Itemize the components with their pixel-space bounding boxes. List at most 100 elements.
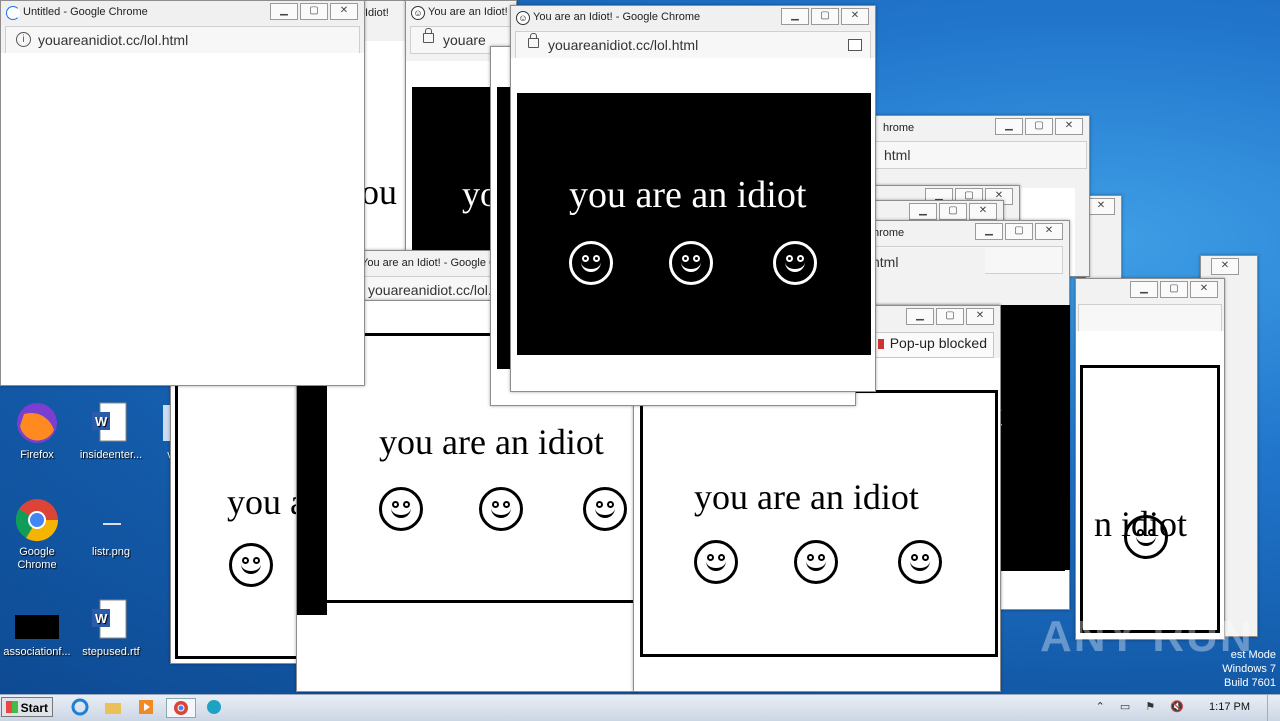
firefox-icon bbox=[14, 400, 60, 446]
minimize-icon[interactable]: ▁ bbox=[909, 203, 937, 220]
windows-watermark: est Mode Windows 7 Build 7601 bbox=[1210, 648, 1276, 690]
word-document-icon: W bbox=[88, 597, 134, 643]
window-title: hrome bbox=[883, 122, 915, 134]
windows-logo-icon bbox=[6, 701, 18, 713]
close-icon[interactable]: ✕ bbox=[330, 3, 358, 20]
start-label: Start bbox=[20, 701, 48, 715]
desktop-icon-label: Firefox bbox=[20, 449, 54, 461]
minimize-icon[interactable]: ▁ bbox=[995, 118, 1023, 135]
idiot-text: ou bbox=[361, 172, 397, 212]
smiley-icon bbox=[1124, 515, 1168, 559]
close-icon[interactable]: ✕ bbox=[1211, 258, 1239, 275]
close-icon[interactable]: ✕ bbox=[1035, 223, 1063, 240]
minimize-icon[interactable]: ▁ bbox=[906, 308, 934, 325]
clock[interactable]: 1:17 PM bbox=[1209, 701, 1250, 713]
address-bar[interactable]: youareanidiot.cc/lol.html bbox=[548, 37, 698, 53]
maximize-icon[interactable]: ▢ bbox=[936, 308, 964, 325]
popup-blocked-icon[interactable] bbox=[848, 39, 862, 51]
maximize-icon[interactable]: ▢ bbox=[811, 8, 839, 25]
desktop-icon-label: listr.png bbox=[92, 546, 130, 558]
smiley-icon bbox=[898, 540, 942, 584]
word-document-icon: W bbox=[88, 400, 134, 446]
maximize-icon[interactable]: ▢ bbox=[300, 3, 328, 20]
media-player-icon[interactable] bbox=[136, 698, 156, 716]
black-page-area: t bbox=[992, 305, 1070, 570]
browser-window-bg[interactable]: ✕ bbox=[1085, 195, 1122, 287]
desktop-icon-label: Google Chrome bbox=[17, 546, 57, 571]
lock-icon bbox=[528, 33, 539, 48]
window-title: Untitled - Google Chrome bbox=[23, 6, 148, 18]
close-icon[interactable]: ✕ bbox=[1087, 198, 1115, 215]
smiley-icon bbox=[569, 241, 613, 285]
image-file-icon bbox=[88, 497, 134, 543]
idiot-text: you are an idiot bbox=[569, 174, 807, 216]
window-title: You are an Idiot! - Google Chrome bbox=[533, 11, 701, 23]
start-button[interactable]: Start bbox=[1, 697, 53, 717]
internet-explorer-icon[interactable] bbox=[70, 698, 90, 716]
desktop-icon-label: associationf... bbox=[3, 646, 71, 658]
close-icon[interactable]: ✕ bbox=[1055, 118, 1083, 135]
smiley-icon bbox=[794, 540, 838, 584]
smiley-icon bbox=[229, 543, 273, 587]
info-icon[interactable]: i bbox=[16, 32, 31, 47]
desktop-icon-firefox[interactable]: Firefox bbox=[0, 400, 74, 462]
browser-window-front[interactable]: ☺ You are an Idiot! - Google Chrome ▁ ▢ ✕ … bbox=[510, 5, 876, 392]
chrome-taskbar-button[interactable] bbox=[166, 698, 196, 718]
window-title: Idiot! bbox=[365, 7, 389, 19]
smiley-icon bbox=[773, 241, 817, 285]
address-bar[interactable]: youare bbox=[443, 32, 486, 48]
close-icon[interactable]: ✕ bbox=[841, 8, 869, 25]
smiley-icon bbox=[379, 487, 423, 531]
smiley-icon bbox=[669, 241, 713, 285]
desktop-icon-listr[interactable]: listr.png bbox=[74, 497, 148, 559]
svg-text:W: W bbox=[95, 611, 108, 626]
close-icon[interactable]: ✕ bbox=[969, 203, 997, 220]
black-file-icon bbox=[14, 597, 60, 643]
close-icon[interactable]: ✕ bbox=[1190, 281, 1218, 298]
popup-blocked-indicator[interactable]: Pop-up blocked bbox=[872, 332, 994, 358]
browser-window-untitled[interactable]: Untitled - Google Chrome ▁ ▢ ✕ i youareani… bbox=[0, 0, 365, 386]
omnibox[interactable]: i youareanidiot.cc/lol.html bbox=[5, 26, 360, 54]
idiot-text: you are an idiot bbox=[379, 422, 604, 462]
smiley-favicon: ☺ bbox=[516, 11, 530, 25]
maximize-icon[interactable]: ▢ bbox=[1160, 281, 1188, 298]
show-desktop-button[interactable] bbox=[1267, 695, 1280, 721]
smiley-favicon: ☺ bbox=[411, 6, 425, 20]
desktop-icon-google-chrome[interactable]: Google Chrome bbox=[0, 497, 74, 572]
smiley-icon bbox=[583, 487, 627, 531]
popup-blocked-icon bbox=[877, 339, 884, 349]
smiley-icon bbox=[479, 487, 523, 531]
desktop-icon-label: stepused.rtf bbox=[82, 646, 140, 658]
minimize-icon[interactable]: ▁ bbox=[975, 223, 1003, 240]
minimize-icon[interactable]: ▁ bbox=[781, 8, 809, 25]
window-title: You are an Idiot! bbox=[428, 6, 508, 18]
desktop-icon-associationf[interactable]: associationf... bbox=[0, 597, 74, 659]
address-bar[interactable]: youareanidiot.cc/lol.html bbox=[38, 32, 188, 48]
browser-window-bg[interactable]: ▁ ▢ ✕ n idiot bbox=[1075, 278, 1225, 640]
window-title: hrome bbox=[873, 227, 905, 239]
maximize-icon[interactable]: ▢ bbox=[1025, 118, 1053, 135]
omnibox[interactable]: youareanidiot.cc/lol.html bbox=[515, 31, 871, 59]
system-tray-icons[interactable]: ⌃ ▭ ⚑ 🔇 bbox=[1096, 700, 1190, 713]
edge-icon[interactable] bbox=[204, 698, 224, 716]
desktop-icon-stepused[interactable]: W stepused.rtf bbox=[74, 597, 148, 659]
minimize-icon[interactable]: ▁ bbox=[270, 3, 298, 20]
maximize-icon[interactable]: ▢ bbox=[1005, 223, 1033, 240]
lock-icon bbox=[423, 28, 434, 43]
loading-spinner-icon bbox=[6, 6, 20, 20]
idiot-text: you are an idiot bbox=[694, 477, 919, 517]
taskbar: Start ⌃ ▭ ⚑ 🔇 1:17 PM bbox=[0, 694, 1280, 721]
maximize-icon[interactable]: ▢ bbox=[939, 203, 967, 220]
popup-blocked-label: Pop-up blocked bbox=[889, 335, 987, 351]
file-explorer-icon[interactable] bbox=[103, 698, 123, 716]
watermark-line: Windows 7 bbox=[1222, 663, 1276, 675]
close-icon[interactable]: ✕ bbox=[966, 308, 994, 325]
watermark-line: est Mode bbox=[1230, 649, 1276, 661]
watermark-line: Build 7601 bbox=[1224, 677, 1276, 689]
minimize-icon[interactable]: ▁ bbox=[1130, 281, 1158, 298]
browser-window-bg[interactable]: html bbox=[860, 248, 985, 308]
svg-text:W: W bbox=[95, 414, 108, 429]
address-bar[interactable]: html bbox=[884, 147, 910, 163]
chrome-icon bbox=[14, 497, 60, 543]
smiley-icon bbox=[694, 540, 738, 584]
